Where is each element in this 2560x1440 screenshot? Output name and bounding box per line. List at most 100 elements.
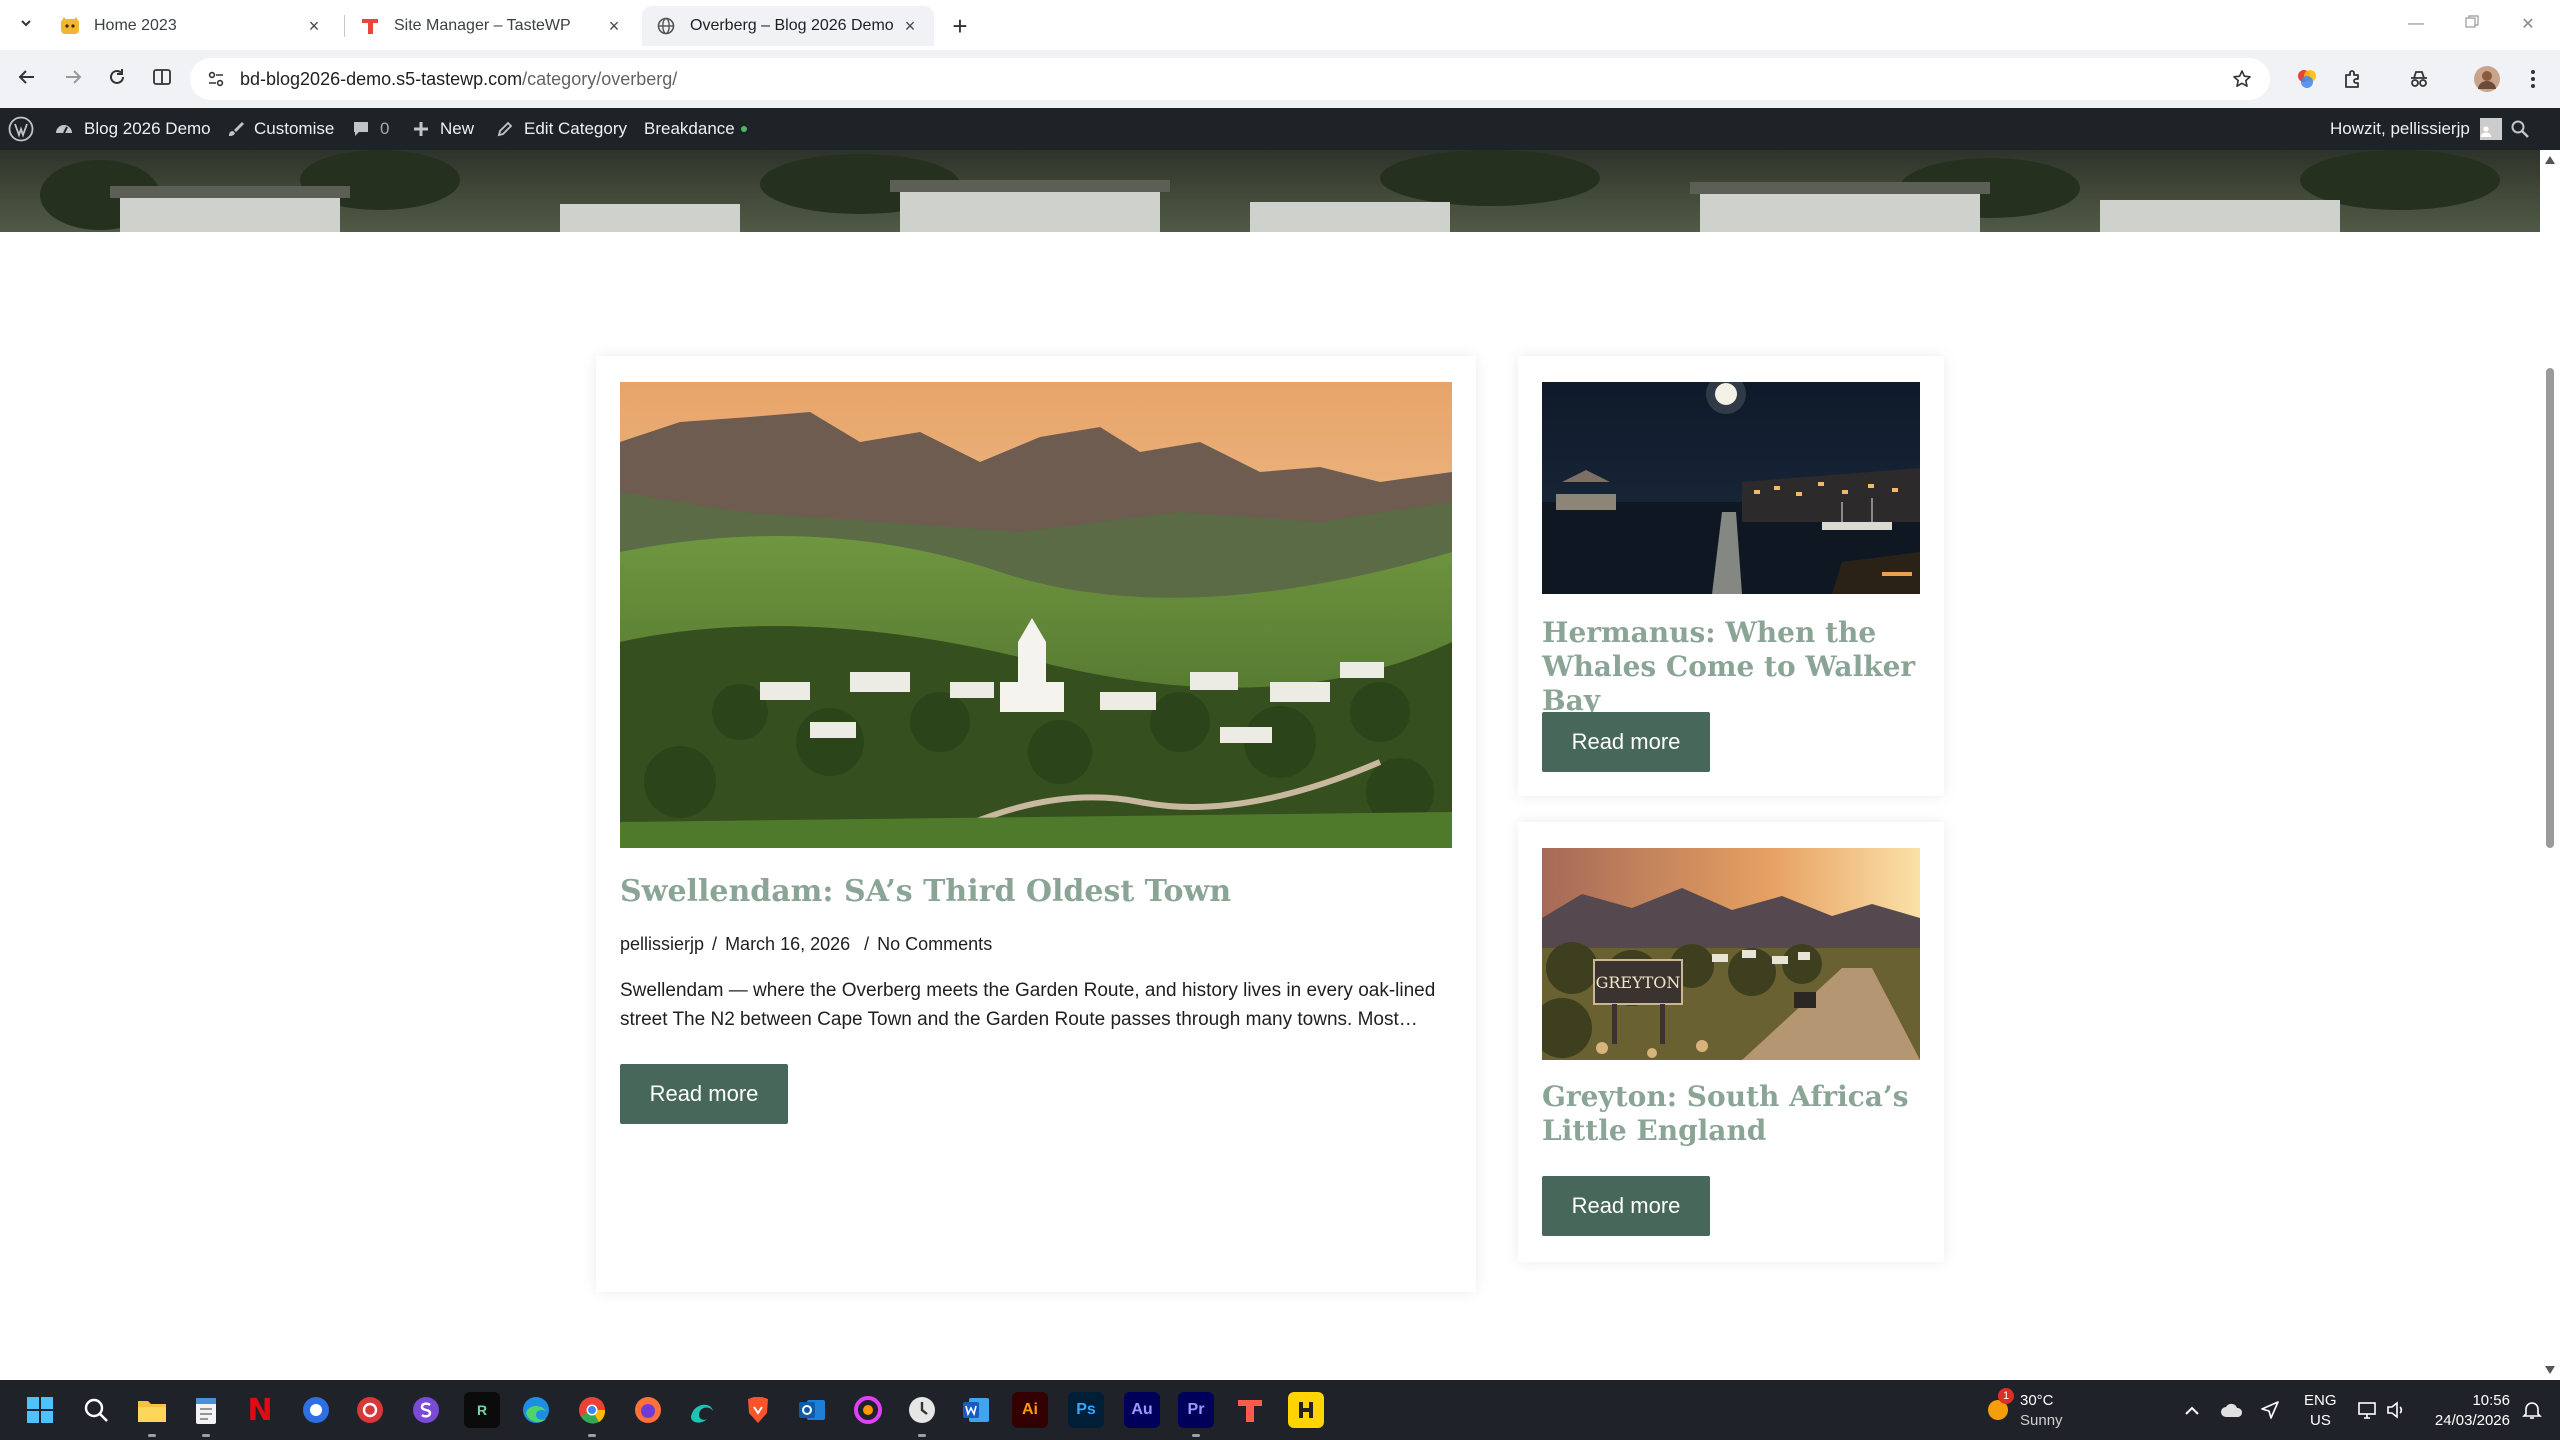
- profile-avatar[interactable]: [2472, 64, 2502, 94]
- admin-site-name-label: Blog 2026 Demo: [84, 119, 211, 138]
- clock-app-icon[interactable]: [904, 1392, 940, 1428]
- admin-search[interactable]: [2510, 108, 2540, 150]
- premiere-app-icon[interactable]: Pr: [1178, 1392, 1214, 1428]
- running-indicator: [918, 1434, 926, 1437]
- minimize-button[interactable]: —: [2388, 8, 2444, 40]
- admin-edit-category-label: Edit Category: [524, 119, 627, 138]
- tray-overflow-button[interactable]: [2174, 1392, 2210, 1428]
- brave-browser-icon[interactable]: [740, 1392, 776, 1428]
- tab-site-manager[interactable]: Site Manager – TasteWP ×: [346, 6, 638, 46]
- app-yellow-square-icon[interactable]: [1288, 1392, 1324, 1428]
- bookmark-star-icon[interactable]: [2230, 67, 2254, 91]
- windows-taskbar: N R Ai Ps Au Pr 1 30°C Sunny ENG US 10:5…: [0, 1380, 2560, 1440]
- split-view-button[interactable]: [145, 62, 179, 96]
- app-blue-circle-icon[interactable]: [298, 1392, 334, 1428]
- scroll-down-icon[interactable]: [2544, 1364, 2556, 1376]
- location-arrow-icon[interactable]: [2252, 1392, 2288, 1428]
- app-purple-s-icon[interactable]: [408, 1392, 444, 1428]
- volume-icon[interactable]: [2378, 1392, 2414, 1428]
- notification-bell-icon[interactable]: [2514, 1392, 2550, 1428]
- tastewp-app-icon[interactable]: [1232, 1392, 1268, 1428]
- edge-browser-icon[interactable]: [518, 1392, 554, 1428]
- app-red-circle-icon[interactable]: [352, 1392, 388, 1428]
- globe-icon: [656, 16, 676, 36]
- taskbar-search-button[interactable]: [78, 1392, 114, 1428]
- file-explorer-icon[interactable]: [134, 1392, 170, 1428]
- site-info-icon[interactable]: [204, 67, 228, 91]
- weather-temp: 30°C: [2020, 1392, 2054, 1409]
- plus-icon: +: [952, 10, 968, 41]
- pencil-icon: [497, 121, 513, 137]
- start-button[interactable]: [22, 1392, 58, 1428]
- admin-account[interactable]: Howzit, pellissierjp: [2330, 108, 2502, 150]
- app-colorful-ring-icon[interactable]: [850, 1392, 886, 1428]
- language-indicator-line1[interactable]: ENG: [2304, 1392, 2337, 1409]
- clock-time[interactable]: 10:56: [2444, 1392, 2510, 1409]
- url-text: bd-blog2026-demo.s5-tastewp.com/category…: [240, 69, 677, 90]
- address-bar[interactable]: bd-blog2026-demo.s5-tastewp.com/category…: [190, 58, 2270, 100]
- extensions-puzzle-icon[interactable]: [2338, 64, 2368, 94]
- back-button[interactable]: [10, 62, 44, 96]
- page-scrollbar[interactable]: [2540, 150, 2560, 1380]
- running-indicator: [148, 1434, 156, 1437]
- admin-edit-category[interactable]: Edit Category: [496, 108, 627, 150]
- app-teal-wave-icon[interactable]: [684, 1392, 720, 1428]
- featured-post-image[interactable]: [620, 382, 1452, 848]
- admin-new[interactable]: New: [412, 108, 474, 150]
- language-indicator-line2[interactable]: US: [2310, 1412, 2331, 1429]
- tab-overberg[interactable]: Overberg – Blog 2026 Demo ×: [642, 6, 934, 46]
- close-icon[interactable]: ×: [304, 16, 324, 36]
- forward-button[interactable]: [56, 62, 90, 96]
- app-dark-square-icon[interactable]: R: [464, 1392, 500, 1428]
- side-post-title-greyton[interactable]: Greyton: South Africa’s Little England: [1542, 1080, 1920, 1148]
- incognito-icon[interactable]: [2404, 64, 2434, 94]
- weather-desc: Sunny: [2020, 1412, 2063, 1429]
- word-app-icon[interactable]: [958, 1392, 994, 1428]
- tab-title: Overberg – Blog 2026 Demo: [690, 17, 894, 34]
- close-icon[interactable]: ×: [900, 16, 920, 36]
- tab-home-2023[interactable]: Home 2023 ×: [46, 6, 338, 46]
- browser-tab-strip: Home 2023 × Site Manager – TasteWP × Ove…: [0, 0, 2560, 50]
- close-window-button[interactable]: ✕: [2500, 8, 2556, 40]
- side-post-image-greyton[interactable]: GREYTON: [1542, 848, 1920, 1060]
- admin-customise[interactable]: Customise: [226, 108, 334, 150]
- greyton-read-more-button[interactable]: Read more: [1542, 1176, 1710, 1236]
- chrome-browser-icon[interactable]: [574, 1392, 610, 1428]
- admin-comments[interactable]: 0: [352, 108, 389, 150]
- extension-color-icon[interactable]: [2292, 64, 2322, 94]
- side-post-title-hermanus[interactable]: Hermanus: When the Whales Come to Walker…: [1542, 616, 1920, 718]
- featured-read-more-button[interactable]: Read more: [620, 1064, 788, 1124]
- reload-button[interactable]: [100, 62, 134, 96]
- illustrator-app-icon[interactable]: Ai: [1012, 1392, 1048, 1428]
- featured-post-meta: pellissierjp / March 16, 2026/No Comments: [620, 934, 993, 954]
- featured-post-title[interactable]: Swellendam: SA’s Third Oldest Town: [620, 874, 1452, 911]
- post-author[interactable]: pellissierjp: [620, 934, 704, 954]
- admin-greeting: Howzit, pellissierjp: [2330, 119, 2470, 138]
- restore-button[interactable]: [2444, 8, 2500, 40]
- post-comments-link[interactable]: No Comments: [877, 934, 992, 954]
- admin-site-name[interactable]: Blog 2026 Demo: [54, 108, 211, 150]
- netflix-app-icon[interactable]: N: [242, 1392, 278, 1428]
- scrollbar-thumb[interactable]: [2546, 368, 2554, 848]
- new-tab-button[interactable]: +: [944, 10, 976, 42]
- featured-post-excerpt: Swellendam — where the Overberg meets th…: [620, 980, 1436, 1030]
- tab-title: Home 2023: [94, 17, 177, 34]
- side-post-image-hermanus[interactable]: [1542, 382, 1920, 594]
- onedrive-cloud-icon[interactable]: [2214, 1392, 2250, 1428]
- scroll-up-icon[interactable]: [2544, 154, 2556, 166]
- tab-search-button[interactable]: [10, 10, 42, 40]
- admin-customise-label: Customise: [254, 119, 335, 138]
- audition-app-icon[interactable]: Au: [1124, 1392, 1160, 1428]
- admin-breakdance[interactable]: Breakdance: [644, 108, 747, 150]
- plus-icon: [414, 122, 428, 136]
- notepad-app-icon[interactable]: [188, 1392, 224, 1428]
- browser-menu-icon[interactable]: [2518, 64, 2548, 94]
- close-icon[interactable]: ×: [604, 16, 624, 36]
- photoshop-app-icon[interactable]: Ps: [1068, 1392, 1104, 1428]
- hermanus-read-more-button[interactable]: Read more: [1542, 712, 1710, 772]
- outlook-app-icon[interactable]: [794, 1392, 830, 1428]
- search-icon: [2511, 120, 2529, 138]
- firefox-browser-icon[interactable]: [630, 1392, 666, 1428]
- wordpress-logo-icon[interactable]: [8, 108, 44, 150]
- clock-date[interactable]: 24/03/2026: [2420, 1412, 2510, 1429]
